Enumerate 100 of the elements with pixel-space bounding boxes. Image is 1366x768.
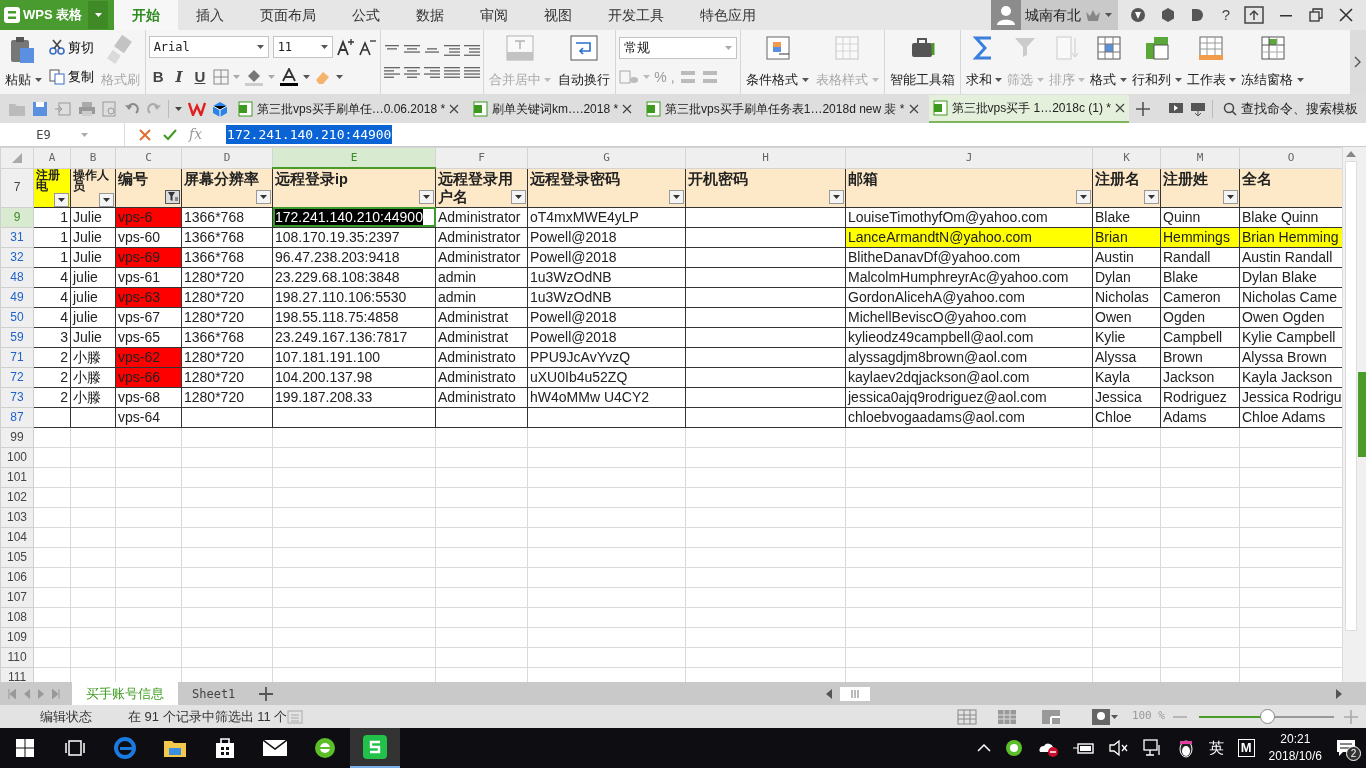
envelope-icon[interactable] bbox=[263, 740, 287, 756]
row-header[interactable]: 99 bbox=[0, 427, 34, 447]
globe-icon[interactable] bbox=[314, 737, 336, 759]
sheet-tab[interactable]: Sheet1 bbox=[178, 682, 250, 705]
row-header[interactable]: 32 bbox=[0, 247, 34, 267]
battery-icon[interactable] bbox=[1072, 741, 1095, 755]
paste-button[interactable]: 粘贴 bbox=[3, 33, 44, 91]
zoom-slider-thumb[interactable] bbox=[1259, 708, 1275, 724]
font-style-button[interactable]: I bbox=[171, 65, 187, 89]
row-header[interactable]: 72 bbox=[0, 367, 34, 387]
close-icon[interactable] bbox=[622, 104, 633, 114]
row-header[interactable]: 73 bbox=[0, 387, 34, 407]
row-header[interactable]: 103 bbox=[0, 507, 34, 527]
align-right-icon[interactable] bbox=[423, 66, 440, 80]
shopping-bag-icon[interactable] bbox=[215, 737, 235, 759]
scroll-left-icon[interactable] bbox=[826, 688, 832, 699]
filter-dropdown-button[interactable] bbox=[829, 189, 844, 204]
wrap-text-button[interactable]: 自动换行 bbox=[556, 33, 613, 91]
filter-dropdown-button[interactable] bbox=[1076, 189, 1091, 204]
search-command-button[interactable]: 查找命令、搜索模板 bbox=[1219, 95, 1366, 123]
folder-icon[interactable] bbox=[163, 738, 187, 758]
freeze-panes-button[interactable]: 冻结窗格 bbox=[1239, 33, 1306, 91]
menu-tab[interactable]: 视图 bbox=[526, 0, 590, 30]
column-header[interactable]: F bbox=[435, 147, 528, 168]
increase-indent-icon[interactable] bbox=[463, 44, 480, 58]
name-box[interactable]: E9 bbox=[0, 123, 125, 146]
tray-app-icon[interactable] bbox=[1176, 738, 1195, 758]
reading-mode-icon[interactable] bbox=[1090, 707, 1111, 726]
font-color-icon[interactable] bbox=[279, 68, 300, 86]
align-left-icon[interactable] bbox=[383, 66, 400, 80]
row-header[interactable]: 102 bbox=[0, 487, 34, 507]
filter-dropdown-button[interactable] bbox=[1223, 189, 1238, 204]
align-center-icon[interactable] bbox=[403, 66, 420, 80]
menu-tab[interactable]: 插入 bbox=[178, 0, 242, 30]
filter-dropdown-button[interactable] bbox=[669, 189, 684, 204]
column-header[interactable]: M bbox=[1160, 147, 1240, 168]
speaker-muted-icon[interactable] bbox=[1108, 740, 1129, 756]
row-header[interactable]: 109 bbox=[0, 627, 34, 647]
row-header[interactable]: 104 bbox=[0, 527, 34, 547]
spreadsheet-app-icon[interactable] bbox=[363, 735, 387, 759]
row-header[interactable]: 108 bbox=[0, 607, 34, 627]
grow-font-icon[interactable] bbox=[336, 37, 355, 56]
toolbox-button[interactable]: 智能工具箱 bbox=[887, 33, 957, 91]
new-tab-icon[interactable] bbox=[1134, 101, 1151, 117]
filter-dropdown-button[interactable] bbox=[165, 189, 180, 204]
filter-dropdown-button[interactable] bbox=[511, 189, 526, 204]
sheet-tab[interactable]: 买手账号信息 bbox=[72, 682, 178, 705]
save-icon[interactable] bbox=[32, 101, 48, 117]
worksheet-button[interactable]: 工作表 bbox=[1184, 33, 1239, 91]
filter-dropdown-button[interactable] bbox=[54, 192, 69, 206]
layout-view-icon[interactable] bbox=[1040, 708, 1061, 725]
cut-button[interactable]: 剪切 bbox=[46, 36, 96, 58]
number-format-field[interactable]: 常规 bbox=[619, 36, 738, 59]
sum-button[interactable]: 求和 bbox=[963, 33, 1005, 91]
font-style-button[interactable]: U bbox=[190, 65, 210, 89]
distributed-icon[interactable] bbox=[463, 66, 480, 80]
format-button[interactable]: 格式 bbox=[1088, 33, 1129, 91]
chevron-right-icon[interactable] bbox=[1354, 56, 1362, 68]
row-header[interactable]: 7 bbox=[0, 168, 34, 207]
task-view-icon[interactable] bbox=[65, 740, 85, 756]
input-mode-button[interactable]: M bbox=[1237, 739, 1255, 757]
copy-button[interactable]: 复制 bbox=[46, 66, 96, 88]
show-hidden-icon[interactable] bbox=[976, 744, 991, 752]
column-header[interactable]: K bbox=[1092, 147, 1161, 168]
column-header[interactable]: O bbox=[1239, 147, 1342, 168]
shrink-font-icon[interactable] bbox=[358, 37, 377, 56]
column-header[interactable]: B bbox=[70, 147, 116, 168]
input-method-button[interactable]: 英 bbox=[1208, 736, 1224, 760]
globe-icon[interactable] bbox=[1004, 739, 1023, 757]
close-icon[interactable] bbox=[1338, 7, 1354, 23]
menu-tab[interactable]: 数据 bbox=[398, 0, 462, 30]
column-header[interactable]: H bbox=[685, 147, 846, 168]
row-header[interactable]: 110 bbox=[0, 647, 34, 667]
add-sheet-icon[interactable] bbox=[259, 686, 274, 701]
cancel-icon[interactable] bbox=[139, 128, 151, 141]
scroll-up-icon[interactable] bbox=[1345, 151, 1356, 157]
network-icon[interactable] bbox=[1142, 739, 1163, 757]
browser-icon[interactable] bbox=[114, 737, 136, 759]
row-header[interactable]: 71 bbox=[0, 347, 34, 367]
document-tab[interactable]: 第三批vps买手 1…2018c (1) * bbox=[928, 95, 1129, 123]
windows-icon[interactable] bbox=[16, 739, 34, 757]
document-tab[interactable]: 第三批vps买手刷单任务表1…2018d new 裴 * bbox=[642, 95, 923, 123]
column-header[interactable]: A bbox=[33, 147, 71, 168]
check-icon[interactable] bbox=[163, 128, 177, 141]
row-header[interactable]: 31 bbox=[0, 227, 34, 247]
row-header[interactable]: 105 bbox=[0, 547, 34, 567]
decrease-indent-icon[interactable] bbox=[443, 44, 460, 58]
row-header[interactable]: 87 bbox=[0, 407, 34, 427]
fill-color-icon[interactable] bbox=[244, 68, 265, 86]
tray-arrow-icon[interactable] bbox=[1190, 101, 1206, 117]
column-header[interactable]: D bbox=[181, 147, 273, 168]
column-header[interactable]: C bbox=[115, 147, 182, 168]
filter-dropdown-button[interactable] bbox=[256, 189, 271, 204]
menu-tab[interactable]: 开发工具 bbox=[590, 0, 682, 30]
close-icon[interactable] bbox=[449, 104, 460, 114]
close-icon[interactable] bbox=[908, 104, 919, 114]
font-name-field[interactable]: Arial bbox=[148, 35, 269, 58]
close-icon[interactable] bbox=[1114, 103, 1125, 113]
menu-tab[interactable]: 开始 bbox=[114, 0, 178, 30]
column-header[interactable]: J bbox=[845, 147, 1093, 168]
